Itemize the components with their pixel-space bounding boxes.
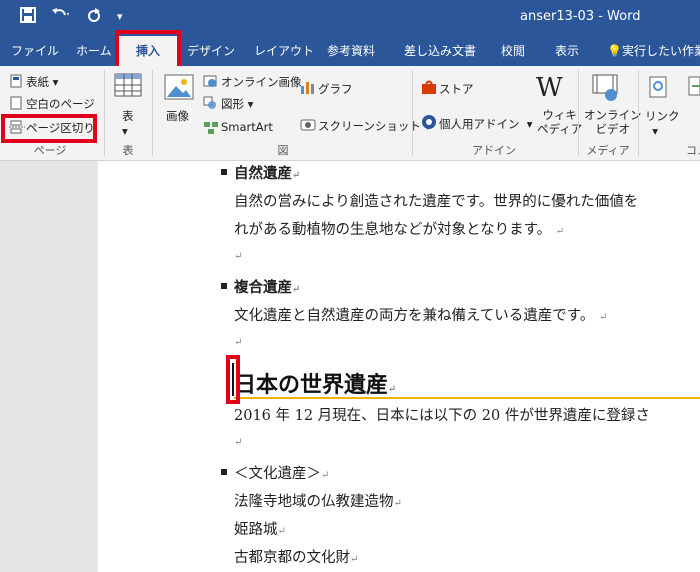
tab-layout[interactable]: レイアウト (254, 36, 314, 66)
tab-mailings[interactable]: 差し込み文書 (404, 36, 476, 66)
chart-button[interactable]: グラフ (318, 81, 353, 97)
wikipedia-icon[interactable]: W (536, 73, 563, 103)
screenshot-icon (300, 116, 316, 135)
addins-group-label: アドイン (472, 144, 516, 157)
highlight-page-break (1, 114, 97, 143)
picture-button[interactable]: 画像 (166, 108, 189, 124)
comment-icon (688, 76, 700, 104)
comments-group-label: コメ (686, 144, 700, 157)
tab-design[interactable]: デザイン (187, 36, 235, 66)
my-addins-button[interactable]: 個人用アドイン ▾ (439, 116, 533, 132)
store-icon (421, 79, 437, 98)
link-button[interactable]: リンク ▾ (645, 108, 680, 138)
bullet (221, 169, 227, 175)
tab-review[interactable]: 校閲 (501, 36, 525, 66)
picture-icon (164, 74, 194, 104)
paragraph-mark: ↵ (234, 437, 243, 448)
list-item: 姫路城↵ (234, 522, 286, 538)
online-video-button[interactable]: オンライン ビデオ (584, 108, 642, 136)
item1-line2: れがある動植物の生息地などが対象となります。 ↵ (234, 222, 565, 238)
document-page[interactable]: 自然遺産↵ 自然の営みにより創造された遺産です。世界的に優れた価値を れがある動… (98, 161, 700, 572)
bullet (221, 283, 227, 289)
link-icon (648, 76, 668, 104)
chart-icon (300, 79, 316, 98)
undo-icon[interactable] (50, 7, 72, 28)
heading-rule (234, 397, 700, 399)
item2-title: 複合遺産↵ (234, 279, 301, 296)
list-item: 法隆寺地域の仏教建造物↵ (234, 494, 402, 510)
item2-line1: 文化遺産と自然遺産の両方を兼ね備えている遺産です。 ↵ (234, 308, 608, 324)
list-title: ＜文化遺産＞↵ (234, 466, 330, 482)
smartart-button[interactable]: SmartArt (221, 120, 273, 134)
tab-references[interactable]: 参考資料 (327, 36, 375, 66)
text-cursor (232, 363, 234, 396)
ribbon-tabs: ファイル ホーム 挿入 デザイン レイアウト 参考資料 差し込み文書 校閲 表示… (0, 36, 700, 66)
page-group-label: ページ (33, 144, 67, 157)
heading-body: 2016 年 12 月現在、日本には以下の 20 件が世界遺産に登録さ (234, 408, 650, 424)
media-group-label: メディア (586, 144, 630, 157)
tab-view[interactable]: 表示 (555, 36, 579, 66)
item1-title: 自然遺産↵ (234, 165, 301, 182)
save-icon[interactable] (20, 7, 36, 28)
list-item: 古都京都の文化財↵ (234, 550, 359, 566)
group-divider (638, 70, 639, 156)
blank-page-icon (9, 95, 23, 114)
document-title: anser13-03 - Word (520, 9, 641, 24)
online-picture-icon (203, 73, 217, 92)
shapes-button[interactable]: 図形 ▾ (221, 96, 253, 112)
paragraph-mark: ↵ (234, 337, 243, 348)
lightbulb-icon: 💡 (607, 44, 622, 58)
title-bar: ▾ anser13-03 - Word (0, 0, 700, 36)
tab-home[interactable]: ホーム (76, 36, 112, 66)
bullet (221, 469, 227, 475)
ribbon-insert: 表紙 ▾ 空白のページ ページ区切り ページ 表 ▾ 表 画像 オンライン画像 図… (0, 66, 700, 161)
online-picture-button[interactable]: オンライン画像 (221, 74, 302, 90)
paragraph-mark: ↵ (234, 251, 243, 262)
wikipedia-button[interactable]: ウィキ ペディア (537, 108, 582, 136)
left-margin-area (0, 161, 98, 572)
cover-page-icon (9, 73, 23, 92)
store-button[interactable]: ストア (439, 81, 474, 97)
online-video-icon (591, 74, 619, 106)
repeat-icon[interactable] (86, 7, 102, 28)
illustrations-group-label: 図 (277, 144, 289, 157)
my-addins-icon (421, 114, 437, 134)
item1-line1: 自然の営みにより創造された遺産です。世界的に優れた価値を (234, 194, 639, 210)
tab-file[interactable]: ファイル (11, 36, 59, 66)
smartart-icon (203, 119, 219, 138)
screenshot-button[interactable]: スクリーンショット ▾ (318, 118, 430, 134)
table-icon (114, 73, 142, 101)
qat-customize-icon[interactable]: ▾ (117, 7, 123, 27)
shapes-icon (203, 95, 217, 114)
cover-page-button[interactable]: 表紙 ▾ (26, 74, 58, 90)
tell-me-search[interactable]: 💡実行したい作業 (607, 36, 700, 66)
table-group-label: 表 (122, 144, 134, 157)
table-button[interactable]: 表 ▾ (122, 108, 134, 138)
blank-page-button[interactable]: 空白のページ (26, 96, 95, 112)
section-heading: 日本の世界遺産↵ (234, 372, 397, 398)
highlight-insert-tab (115, 30, 181, 70)
